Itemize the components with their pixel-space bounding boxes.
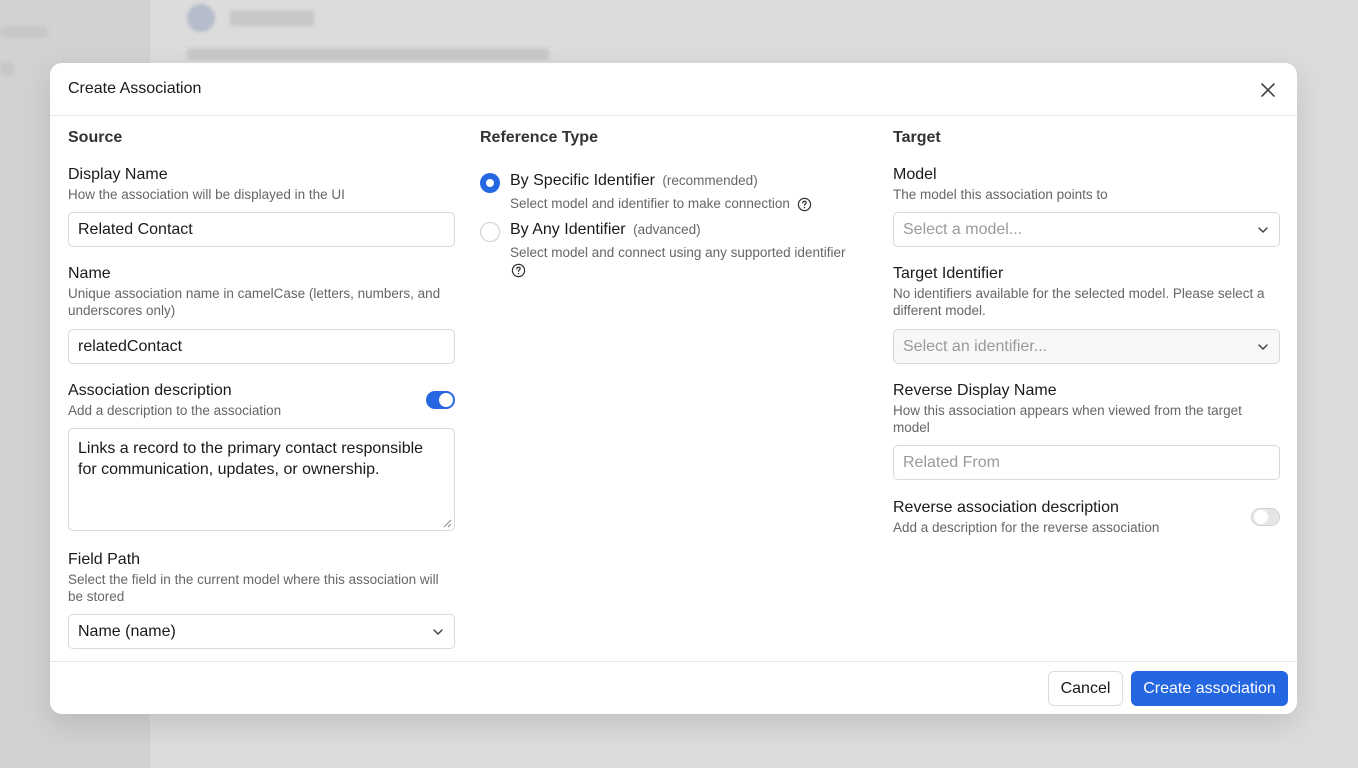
dialog-header: Create Association bbox=[50, 63, 1297, 116]
association-description-textarea[interactable]: Links a record to the primary contact re… bbox=[68, 428, 455, 531]
display-name-label: Display Name bbox=[68, 166, 168, 183]
display-name-input[interactable]: Related Contact bbox=[68, 212, 455, 247]
reverse-description-help: Add a description for the reverse associ… bbox=[893, 520, 1160, 535]
field-path-help: Select the field in the current model wh… bbox=[68, 572, 439, 604]
name-help: Unique association name in camelCase (le… bbox=[68, 286, 441, 318]
field-path-value: Name (name) bbox=[78, 622, 176, 640]
field-path-label: Field Path bbox=[68, 551, 141, 568]
target-identifier-label: Target Identifier bbox=[893, 265, 1004, 282]
reverse-display-name-label: Reverse Display Name bbox=[893, 382, 1057, 399]
field-path-select[interactable]: Name (name) bbox=[68, 614, 455, 649]
help-icon[interactable] bbox=[511, 263, 526, 278]
specific-identifier-label: By Specific Identifier bbox=[510, 172, 655, 189]
reverse-description-label: Reverse association description bbox=[893, 499, 1119, 516]
close-icon bbox=[1261, 83, 1275, 97]
any-identifier-hint: (advanced) bbox=[633, 222, 701, 237]
background-blur bbox=[0, 26, 48, 38]
association-description-toggle[interactable] bbox=[426, 391, 455, 409]
model-select-placeholder: Select a model... bbox=[903, 220, 1023, 238]
chevron-down-icon bbox=[1258, 227, 1268, 233]
close-button[interactable] bbox=[1257, 79, 1279, 101]
radio-specific-identifier[interactable] bbox=[480, 173, 500, 193]
target-identifier-select[interactable]: Select an identifier... bbox=[893, 329, 1280, 364]
specific-identifier-help: Select model and identifier to make conn… bbox=[510, 195, 812, 212]
name-input[interactable]: relatedContact bbox=[68, 329, 455, 364]
background-avatar bbox=[187, 4, 215, 32]
reverse-display-name-input[interactable]: Related From bbox=[893, 445, 1280, 480]
chevron-down-icon bbox=[433, 629, 443, 635]
reverse-description-toggle[interactable] bbox=[1251, 508, 1280, 526]
display-name-help: How the association will be displayed in… bbox=[68, 187, 345, 202]
target-identifier-help: No identifiers available for the selecte… bbox=[893, 286, 1265, 318]
any-identifier-option[interactable]: By Any Identifier (advanced) bbox=[510, 221, 701, 239]
association-description-text: Links a record to the primary contact re… bbox=[78, 440, 424, 478]
name-label: Name bbox=[68, 265, 111, 282]
background-blur bbox=[230, 10, 314, 26]
dialog-body: Source Display Name How the association … bbox=[50, 116, 1297, 661]
target-identifier-placeholder: Select an identifier... bbox=[903, 337, 1048, 355]
model-select[interactable]: Select a model... bbox=[893, 212, 1280, 247]
help-icon[interactable] bbox=[797, 197, 812, 212]
toggle-knob bbox=[439, 393, 453, 407]
dialog-title: Create Association bbox=[68, 80, 202, 97]
specific-identifier-hint: (recommended) bbox=[662, 173, 758, 188]
any-identifier-label: By Any Identifier bbox=[510, 221, 626, 238]
model-help: The model this association points to bbox=[893, 187, 1108, 202]
any-identifier-help: Select model and connect using any suppo… bbox=[510, 245, 846, 260]
target-section-title: Target bbox=[893, 129, 941, 146]
background-blur bbox=[187, 48, 549, 60]
association-description-label: Association description bbox=[68, 382, 232, 399]
cancel-button[interactable]: Cancel bbox=[1048, 671, 1123, 706]
toggle-knob bbox=[1254, 510, 1268, 524]
specific-identifier-help-text: Select model and identifier to make conn… bbox=[510, 196, 790, 211]
chevron-down-icon bbox=[1258, 344, 1268, 350]
model-label: Model bbox=[893, 166, 937, 183]
resize-handle-icon[interactable] bbox=[443, 519, 452, 528]
create-association-button[interactable]: Create association bbox=[1131, 671, 1288, 706]
source-section-title: Source bbox=[68, 129, 123, 146]
dialog-footer: Cancel Create association bbox=[50, 661, 1297, 714]
background-blur bbox=[0, 62, 14, 76]
specific-identifier-option[interactable]: By Specific Identifier (recommended) bbox=[510, 172, 758, 190]
create-association-dialog: Create Association Source Display Name H… bbox=[50, 63, 1297, 714]
association-description-help: Add a description to the association bbox=[68, 403, 282, 418]
reference-type-section-title: Reference Type bbox=[480, 129, 598, 146]
reverse-display-name-help: How this association appears when viewed… bbox=[893, 403, 1242, 435]
radio-any-identifier[interactable] bbox=[480, 222, 500, 242]
